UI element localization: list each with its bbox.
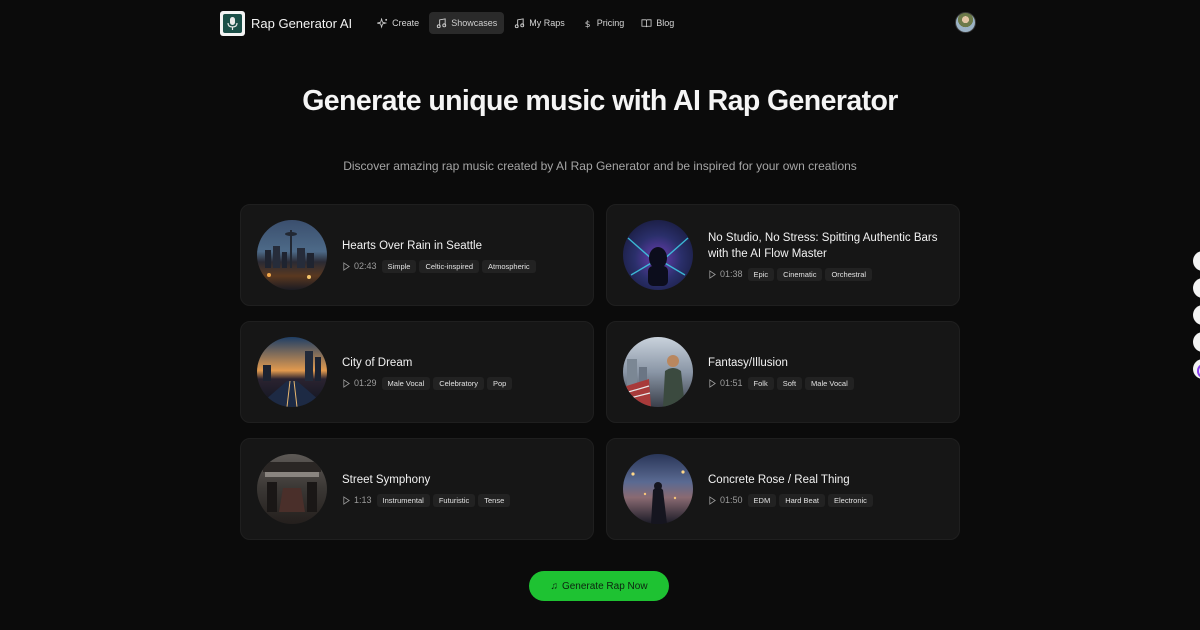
side-chat-icon[interactable]	[1193, 359, 1200, 379]
side-action-button[interactable]	[1193, 305, 1200, 325]
side-action-button[interactable]	[1193, 332, 1200, 352]
genre-tag: EDM	[747, 493, 777, 507]
page-subtitle: Discover amazing rap music created by AI…	[343, 159, 857, 173]
song-duration: 01:38	[720, 269, 743, 279]
nav-menu: Create Showcases My Raps $ Pricing Blog	[370, 12, 684, 34]
genre-tag: Celtic-inspired	[419, 259, 479, 273]
nav-item-label: Create	[392, 18, 420, 28]
music-note-icon: ♫	[550, 580, 558, 592]
dollar-icon: $	[582, 18, 593, 29]
nav-item-blog[interactable]: Blog	[634, 12, 681, 34]
cover-image	[257, 337, 327, 407]
play-icon[interactable]	[342, 378, 351, 388]
genre-tag: Futuristic	[432, 493, 476, 507]
nav-item-pricing[interactable]: $ Pricing	[575, 12, 632, 34]
genre-tag: Atmospheric	[482, 259, 536, 273]
generate-rap-button[interactable]: ♫ Generate Rap Now	[529, 571, 669, 601]
play-icon[interactable]	[708, 269, 717, 279]
side-action-button[interactable]	[1193, 251, 1200, 271]
showcase-card[interactable]: Concrete Rose / Real Thing 01:50 EDM Har…	[606, 438, 960, 540]
svg-text:$: $	[584, 19, 590, 29]
song-duration: 02:43	[354, 261, 377, 271]
showcase-card[interactable]: Street Symphony 1:13 Instrumental Futuri…	[240, 438, 594, 540]
nav-item-label: Blog	[656, 18, 675, 28]
song-title: No Studio, No Stress: Spitting Authentic…	[708, 231, 938, 260]
play-icon[interactable]	[342, 495, 351, 505]
book-icon	[641, 18, 652, 29]
nav-item-label: My Raps	[529, 18, 565, 28]
genre-tag: Tense	[478, 493, 511, 507]
music-note-icon	[514, 17, 525, 29]
song-duration: 01:29	[354, 378, 377, 388]
nav-item-showcases[interactable]: Showcases	[429, 12, 505, 34]
page-title: Generate unique music with AI Rap Genera…	[302, 85, 898, 117]
sparkles-icon	[377, 17, 388, 29]
song-title: Hearts Over Rain in Seattle	[342, 239, 482, 252]
song-title: Street Symphony	[342, 473, 431, 486]
song-duration: 1:13	[354, 495, 372, 505]
genre-tag: Male Vocal	[805, 376, 854, 390]
genre-tag: Celebratory	[433, 376, 484, 390]
cover-image	[623, 337, 693, 407]
brand-link[interactable]: Rap Generator AI	[220, 10, 353, 36]
genre-tag: Folk	[747, 376, 774, 390]
play-icon[interactable]	[708, 495, 717, 505]
showcase-card[interactable]: Fantasy/Illusion 01:51 Folk Soft Male Vo…	[606, 321, 960, 423]
play-icon[interactable]	[708, 378, 717, 388]
genre-tag: Male Vocal	[381, 376, 431, 390]
genre-tag: Hard Beat	[779, 493, 825, 507]
genre-tag: Orchestral	[825, 267, 873, 281]
song-duration: 01:51	[720, 378, 743, 388]
showcase-card[interactable]: City of Dream 01:29 Male Vocal Celebrato…	[240, 321, 594, 423]
side-action-button[interactable]	[1193, 278, 1200, 298]
song-title: Fantasy/Illusion	[708, 356, 788, 369]
user-avatar[interactable]	[955, 12, 976, 33]
song-title: City of Dream	[342, 356, 413, 369]
genre-tag: Pop	[487, 376, 513, 390]
genre-tag: Simple	[381, 259, 417, 273]
showcase-card[interactable]: No Studio, No Stress: Spitting Authentic…	[606, 204, 960, 306]
cover-image	[623, 220, 693, 290]
nav-item-label: Showcases	[451, 18, 498, 28]
genre-tag: Soft	[776, 376, 803, 390]
play-icon[interactable]	[342, 261, 351, 271]
genre-tag: Electronic	[827, 493, 873, 507]
brand-name: Rap Generator AI	[251, 15, 353, 31]
cover-image	[623, 454, 693, 524]
song-duration: 01:50	[720, 495, 743, 505]
generate-rap-label: Generate Rap Now	[561, 580, 648, 592]
microphone-logo-icon	[220, 10, 245, 36]
showcase-grid: Hearts Over Rain in Seattle 02:43 Simple…	[240, 204, 960, 542]
nav-item-label: Pricing	[596, 18, 625, 28]
song-title: Concrete Rose / Real Thing	[708, 473, 850, 486]
music-note-icon	[436, 17, 447, 29]
nav-item-my-raps[interactable]: My Raps	[507, 12, 572, 34]
cover-image	[257, 454, 327, 524]
genre-tag: Cinematic	[777, 267, 823, 281]
showcase-card[interactable]: Hearts Over Rain in Seattle 02:43 Simple…	[240, 204, 594, 306]
genre-tag: Instrumental	[376, 493, 430, 507]
top-nav: Rap Generator AI Create Showcases My Rap…	[220, 10, 976, 36]
nav-item-create[interactable]: Create	[370, 12, 426, 34]
genre-tag: Epic	[747, 267, 775, 281]
cover-image	[257, 220, 327, 290]
